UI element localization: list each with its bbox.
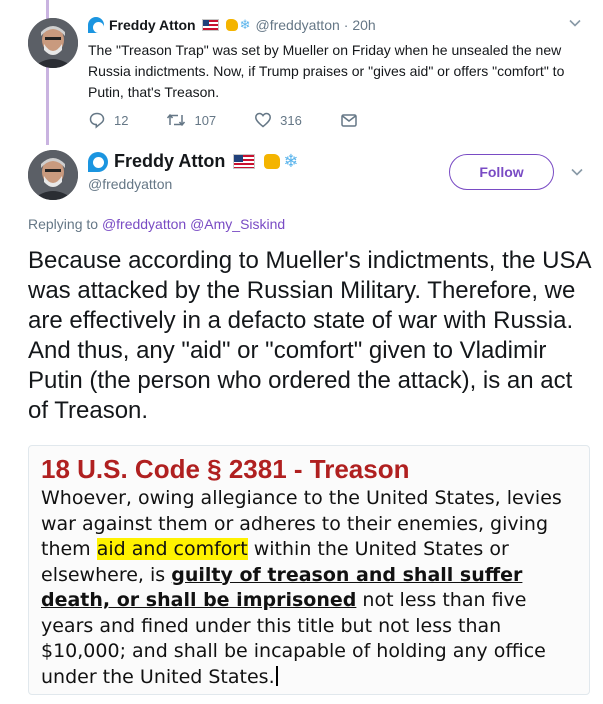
chevron-down-icon[interactable]	[570, 165, 584, 182]
replying-to-link[interactable]: @freddyatton	[102, 216, 186, 232]
like-count: 316	[280, 112, 302, 128]
wave-icon	[88, 17, 104, 33]
fist-icon	[225, 19, 238, 31]
replying-to-label: Replying to	[28, 216, 99, 232]
retweet-button[interactable]: 107	[166, 111, 216, 129]
chevron-down-icon[interactable]	[568, 16, 582, 33]
us-flag-icon	[233, 154, 256, 169]
text-cursor	[275, 665, 278, 686]
snowflake-icon: ❄	[239, 17, 251, 32]
message-icon	[341, 114, 357, 127]
tweet1-author-name[interactable]: Freddy Atton	[109, 17, 196, 33]
retweet-icon	[167, 113, 186, 127]
avatar-image	[28, 18, 78, 68]
heart-icon	[255, 112, 272, 128]
avatar[interactable]	[28, 18, 78, 68]
reply-count: 12	[114, 112, 129, 128]
tweet1-actions: 12 107 316	[88, 111, 404, 129]
tweet2-header: Freddy Atton ❄	[88, 151, 298, 172]
fist-icon	[264, 154, 281, 169]
direct-message-button[interactable]	[340, 111, 366, 129]
reply-button[interactable]: 12	[88, 111, 128, 129]
attached-image[interactable]: 18 U.S. Code § 2381 - Treason Whoever, o…	[28, 445, 590, 695]
tweet1-header: Freddy Atton ❄ @freddyatton · 20h	[88, 17, 376, 33]
like-button[interactable]: 316	[254, 111, 302, 129]
replying-to: Replying to @freddyatton @Amy_Siskind	[28, 216, 285, 232]
tweet1-handle[interactable]: @freddyatton	[256, 17, 340, 33]
retweet-count: 107	[194, 112, 217, 128]
tweet2-author-name[interactable]: Freddy Atton	[114, 151, 225, 172]
tweet1-text: The "Treason Trap" was set by Mueller on…	[88, 42, 565, 100]
wave-icon	[88, 151, 108, 172]
highlighted-phrase: aid and comfort	[96, 538, 248, 560]
replying-to-link[interactable]: @Amy_Siskind	[190, 216, 285, 232]
tweet2-handle[interactable]: @freddyatton	[88, 176, 172, 192]
us-flag-icon	[201, 19, 219, 31]
reply-icon	[89, 112, 105, 129]
snowflake-icon: ❄	[283, 151, 299, 171]
avatar-image	[28, 150, 78, 200]
law-title: 18 U.S. Code § 2381 - Treason	[41, 454, 410, 484]
tweet2-text: Because according to Mueller's indictmen…	[28, 247, 591, 424]
follow-button[interactable]: Follow	[449, 154, 554, 190]
tweet1-timestamp[interactable]: · 20h	[344, 17, 376, 33]
avatar[interactable]	[28, 150, 78, 200]
law-text: Whoever, owing allegiance to the United …	[41, 486, 577, 690]
